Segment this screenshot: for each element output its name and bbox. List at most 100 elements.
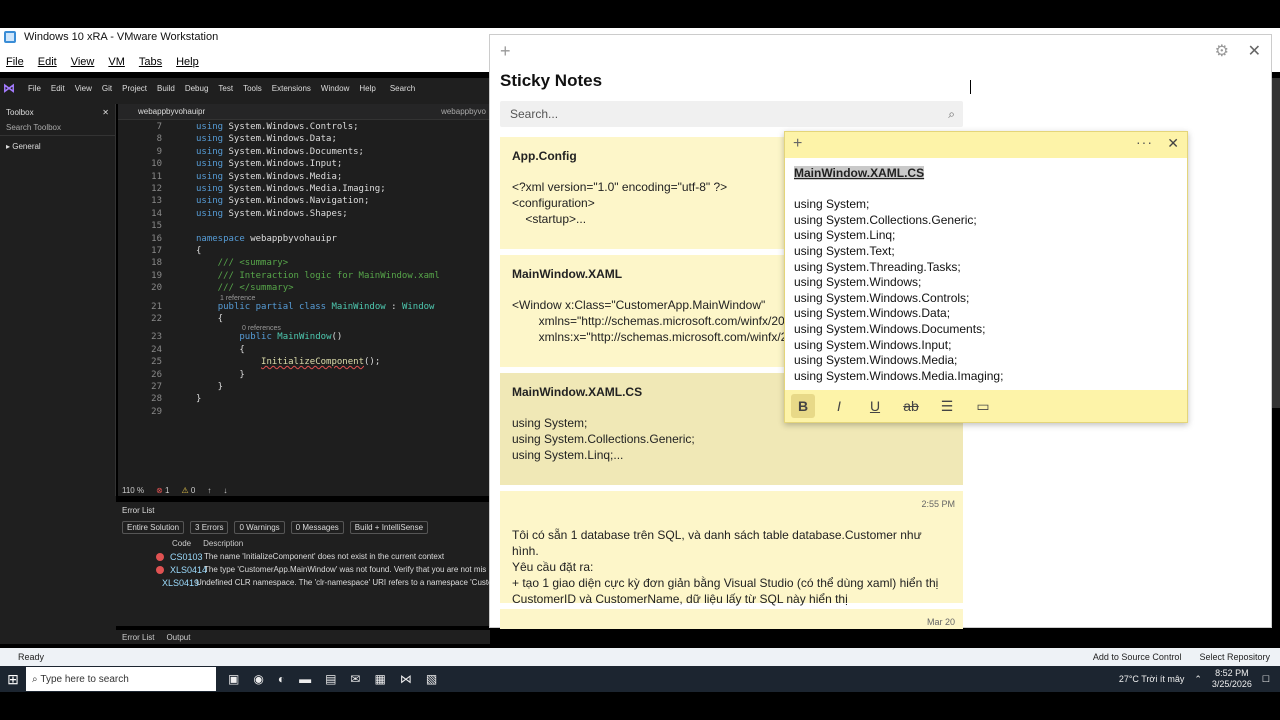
edge-icon[interactable]: ◐ (278, 672, 285, 686)
close-icon[interactable]: ✕ (102, 108, 109, 117)
windows-start-icon[interactable]: ⊞ (0, 671, 26, 688)
task-view-icon[interactable]: ▣ (228, 672, 239, 686)
nav-down-icon[interactable]: ↓ (223, 486, 227, 495)
code-line[interactable]: 20 /// </summary> (118, 283, 490, 295)
vs-menu-file[interactable]: File (28, 84, 41, 93)
bold-button[interactable]: B (791, 394, 815, 418)
code-line[interactable]: 11 using System.Windows.Media; (118, 172, 490, 184)
tab-error-list[interactable]: Error List (122, 633, 154, 642)
code-line[interactable]: 13 using System.Windows.Navigation; (118, 196, 490, 208)
code-line[interactable]: 26 } (118, 370, 490, 382)
editor-tab-secondary[interactable]: webappbyvo (441, 107, 486, 116)
underline-button[interactable]: U (863, 394, 887, 418)
code-line[interactable]: 12 using System.Windows.Media.Imaging; (118, 184, 490, 196)
sticky-notes-icon[interactable]: ▧ (426, 672, 437, 686)
tab-output[interactable]: Output (166, 633, 190, 642)
gear-icon[interactable]: ⚙ (1215, 41, 1229, 61)
note-card[interactable]: 2:55 PM Tôi có sẵn 1 database trên SQL, … (500, 491, 963, 606)
nav-up-icon[interactable]: ↑ (207, 486, 211, 495)
clock[interactable]: 8:52 PM 3/25/2026 (1212, 668, 1252, 690)
new-note-icon[interactable]: + (793, 135, 802, 153)
col-description[interactable]: Description (203, 539, 243, 548)
error-row[interactable]: XLS0414 The type 'CustomerApp.MainWindow… (116, 563, 490, 576)
close-icon[interactable]: ✕ (1248, 41, 1261, 61)
code-line[interactable]: 15 (118, 221, 490, 233)
calculator-icon[interactable]: ▦ (374, 672, 385, 686)
code-line[interactable]: 18 /// <summary> (118, 258, 490, 270)
code-line[interactable]: 25 InitializeComponent(); (118, 357, 490, 369)
code-line[interactable]: 21 public partial class MainWindow : Win… (118, 302, 490, 314)
vs-menu-help[interactable]: Help (359, 84, 375, 93)
new-note-icon[interactable]: + (500, 41, 511, 62)
sticky-search-input[interactable]: Search... ⌕ (500, 101, 963, 127)
vs-search-button[interactable]: Search (390, 84, 415, 93)
code-line[interactable]: 8 using System.Windows.Data; (118, 134, 490, 146)
image-icon[interactable]: ▭ (971, 394, 995, 418)
italic-button[interactable]: I (827, 394, 851, 418)
close-icon[interactable]: ✕ (1167, 135, 1179, 152)
error-row[interactable]: XLS0419 Undefined CLR namespace. The 'cl… (116, 576, 490, 589)
error-indicator[interactable]: ⊗ 1 (156, 486, 169, 495)
vs-menu-tools[interactable]: Tools (243, 84, 262, 93)
vm-menu-help[interactable]: Help (176, 56, 199, 68)
code-lens-references[interactable]: 1 reference (220, 295, 255, 302)
code-line[interactable]: 14 using System.Windows.Shapes; (118, 209, 490, 221)
note-card[interactable]: Mar 20 (500, 609, 963, 629)
code-lens-references[interactable]: 0 references (242, 325, 281, 332)
vs-menu-test[interactable]: Test (218, 84, 233, 93)
col-code[interactable]: Code (172, 539, 191, 548)
vs-menu-edit[interactable]: Edit (51, 84, 65, 93)
editor-tab[interactable]: webappbyvohauipr (118, 107, 205, 116)
scrollbar[interactable] (1272, 78, 1280, 408)
store-icon[interactable]: ▤ (325, 672, 336, 686)
code-line[interactable]: 19 /// Interaction logic for MainWindow.… (118, 271, 490, 283)
visual-studio-icon[interactable]: ⋈ (400, 672, 412, 686)
vm-menu-file[interactable]: File (6, 56, 24, 68)
code-line[interactable]: 28} (118, 394, 490, 406)
code-line[interactable]: 22 { (118, 314, 490, 326)
toolbox-search-input[interactable]: Search Toolbox (0, 120, 115, 136)
code-line[interactable]: 29 (118, 407, 490, 419)
vs-menu-window[interactable]: Window (321, 84, 349, 93)
copilot-icon[interactable]: ◉ (253, 672, 263, 686)
search-icon[interactable]: ⌕ (948, 107, 955, 122)
scope-select[interactable]: Entire Solution (122, 520, 185, 534)
vm-menu-tabs[interactable]: Tabs (139, 56, 162, 68)
build-filter[interactable]: Build + IntelliSense (349, 520, 429, 534)
strikethrough-button[interactable]: ab (899, 394, 923, 418)
open-note-content[interactable]: MainWindow.XAML.CS using System; using Sy… (794, 166, 1003, 384)
code-line[interactable]: 27 } (118, 382, 490, 394)
vm-menu-edit[interactable]: Edit (38, 56, 57, 68)
code-editor[interactable]: webappbyvohauipr webappbyvo 7 using Syste… (118, 104, 490, 484)
code-line[interactable]: 10 using System.Windows.Input; (118, 159, 490, 171)
notifications-icon[interactable]: ☐ (1262, 674, 1270, 685)
code-line[interactable]: 23 public MainWindow() (118, 332, 490, 344)
chevron-up-icon[interactable]: ⌃ (1194, 674, 1202, 685)
vs-menu-extensions[interactable]: Extensions (272, 84, 311, 93)
file-explorer-icon[interactable]: ▬ (299, 672, 311, 686)
code-line[interactable]: 16 namespace webappbyvohauipr (118, 234, 490, 246)
code-line[interactable]: 9 using System.Windows.Documents; (118, 147, 490, 159)
toolbox-group-general[interactable]: ▸ General (0, 138, 115, 154)
warnings-filter[interactable]: 0 Warnings (234, 520, 285, 534)
messages-filter[interactable]: 0 Messages (290, 520, 344, 534)
vs-menu-git[interactable]: Git (102, 84, 112, 93)
vm-menu-view[interactable]: View (71, 56, 95, 68)
weather-widget[interactable]: 27°C Trời ít mây (1119, 674, 1185, 684)
vm-menu-vm[interactable]: VM (108, 56, 125, 68)
select-repository-button[interactable]: Select Repository (1199, 652, 1270, 662)
more-options-icon[interactable]: ··· (1136, 134, 1153, 150)
bullet-list-icon[interactable]: ☰ (935, 394, 959, 418)
zoom-level[interactable]: 110 % (122, 486, 144, 495)
vs-menu-view[interactable]: View (75, 84, 92, 93)
warning-indicator[interactable]: ⚠ 0 (181, 486, 195, 495)
code-line[interactable]: 24 { (118, 345, 490, 357)
vs-menu-build[interactable]: Build (157, 84, 175, 93)
vs-menu-debug[interactable]: Debug (185, 84, 209, 93)
vs-menu-project[interactable]: Project (122, 84, 147, 93)
code-line[interactable]: 7 using System.Windows.Controls; (118, 122, 490, 134)
add-source-control-button[interactable]: Add to Source Control (1093, 652, 1182, 662)
code-line[interactable]: 17 { (118, 246, 490, 258)
error-row[interactable]: CS0103 The name 'InitializeComponent' do… (116, 550, 490, 563)
errors-filter[interactable]: 3 Errors (190, 520, 229, 534)
